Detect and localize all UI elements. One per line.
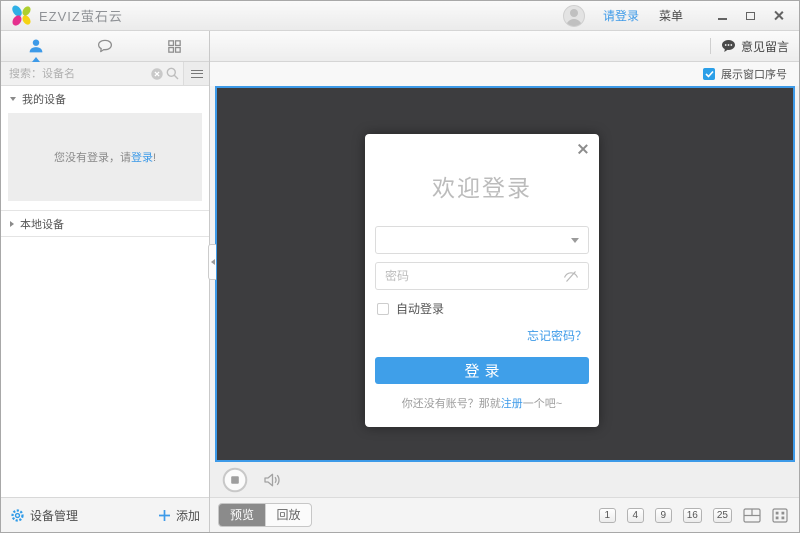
ezviz-logo-icon xyxy=(10,3,33,28)
tab-messages[interactable] xyxy=(70,31,139,61)
gear-icon xyxy=(11,508,24,522)
my-devices-label: 我的设备 xyxy=(22,94,66,106)
show-window-number-label: 展示窗口序号 xyxy=(721,69,787,81)
title-bar: EZVIZ萤石云 请登录 菜单 xyxy=(1,1,799,31)
notice-login-link[interactable]: 登录 xyxy=(131,152,153,164)
video-region: 欢迎登录 自动登录 忘记密码？ xyxy=(208,86,799,462)
sidebar-collapse-handle[interactable] xyxy=(208,244,216,280)
auto-login-row: 自动登录 xyxy=(377,300,589,317)
dialog-close-icon[interactable] xyxy=(577,143,589,155)
window-number-row: 展示窗口序号 xyxy=(210,62,799,86)
tab-gallery[interactable] xyxy=(140,31,209,61)
grid-icon xyxy=(168,39,181,53)
layout-4-button[interactable]: 4 xyxy=(626,507,644,523)
maximize-button[interactable] xyxy=(739,6,761,26)
layout-25-button[interactable]: 25 xyxy=(712,507,732,523)
layout-1-button[interactable]: 1 xyxy=(598,507,616,523)
ezviz-client-window: EZVIZ萤石云 请登录 菜单 搜索：设备名 我的设备 您没有登录，请登录! 本… xyxy=(0,0,800,533)
layout-9-button[interactable]: 9 xyxy=(654,507,672,523)
sidebar-tabs xyxy=(1,31,209,62)
forgot-password-row: 忘记密码？ xyxy=(375,327,587,345)
local-devices-group[interactable]: 本地设备 xyxy=(1,210,209,237)
menu-button[interactable]: 菜单 xyxy=(659,7,683,24)
speaker-icon xyxy=(264,473,280,486)
register-line: 你还没有账号？那就注册一个吧~ xyxy=(401,398,563,410)
feedback-button[interactable]: 意见留言 xyxy=(721,38,789,55)
plus-icon xyxy=(158,509,170,521)
username-select[interactable] xyxy=(375,226,589,254)
titlebar-login-link[interactable]: 请登录 xyxy=(603,7,639,24)
avatar-person-icon xyxy=(569,8,578,17)
show-window-number-checkbox[interactable] xyxy=(703,68,715,80)
layout-buttons: 1 4 9 16 25 xyxy=(598,507,788,523)
sidebar-bottom-bar: 设备管理 添加 xyxy=(1,497,209,532)
auto-login-checkbox[interactable] xyxy=(377,302,389,315)
device-search-bar xyxy=(1,62,209,86)
stop-icon xyxy=(222,467,248,492)
notice-text: 您没有登录，请 xyxy=(53,152,131,164)
forgot-password-link[interactable]: 忘记密码？ xyxy=(527,329,587,343)
tab-playback[interactable]: 回放 xyxy=(265,504,311,526)
add-device-button[interactable]: 添加 xyxy=(158,507,200,524)
view-mode-tabs: 预览 回放 xyxy=(218,503,312,527)
list-options-button[interactable] xyxy=(183,62,209,85)
layout-16-button[interactable]: 16 xyxy=(682,507,702,523)
password-input[interactable] xyxy=(385,269,563,283)
app-title: EZVIZ萤石云 xyxy=(39,9,123,24)
device-tree: 我的设备 您没有登录，请登录! 本地设备 xyxy=(1,86,209,497)
window-body: 我的设备 您没有登录，请登录! 本地设备 设备管理 xyxy=(1,31,799,532)
chevron-down-icon xyxy=(571,237,579,243)
bottom-bar: 预览 回放 1 4 9 16 25 xyxy=(210,497,799,532)
volume-button[interactable] xyxy=(263,472,281,488)
dialog-title: 欢迎登录 xyxy=(432,175,532,201)
fullscreen-button[interactable] xyxy=(772,507,788,523)
local-devices-label: 本地设备 xyxy=(20,218,64,231)
device-management-button[interactable]: 设备管理 xyxy=(10,507,78,524)
avatar[interactable] xyxy=(562,4,585,27)
clear-icon[interactable] xyxy=(151,67,163,80)
fullscreen-icon xyxy=(772,507,788,523)
hamburger-icon xyxy=(190,69,203,71)
close-button[interactable] xyxy=(767,6,789,26)
search-input[interactable] xyxy=(1,67,151,80)
auto-login-label: 自动登录 xyxy=(396,302,445,316)
eye-off-icon[interactable] xyxy=(563,270,579,283)
close-icon xyxy=(773,10,784,21)
split-screen-icon xyxy=(743,507,761,523)
video-window-1[interactable]: 欢迎登录 自动登录 忘记密码？ xyxy=(215,86,795,462)
password-field-wrap xyxy=(375,262,589,290)
chevron-right-icon xyxy=(10,220,14,227)
person-icon xyxy=(29,39,43,53)
my-devices-group[interactable]: 我的设备 xyxy=(1,86,209,112)
feedback-bubble-icon xyxy=(721,40,735,52)
not-logged-in-notice: 您没有登录，请登录! xyxy=(8,113,202,201)
register-link[interactable]: 注册 xyxy=(501,398,523,410)
login-button[interactable]: 登录 xyxy=(375,357,589,384)
minimize-icon xyxy=(717,17,727,20)
playback-control-bar xyxy=(210,462,799,497)
check-icon xyxy=(704,70,714,78)
chevron-down-icon xyxy=(10,97,16,101)
tab-preview[interactable]: 预览 xyxy=(219,504,265,526)
collapse-arrow-icon xyxy=(210,259,215,265)
main-content: 意见留言 展示窗口序号 欢迎登录 密码 自动登录 忘记密码？ 登录 你还没有账号… xyxy=(208,31,799,532)
chat-bubble-icon xyxy=(97,39,112,53)
minimize-button[interactable] xyxy=(711,6,733,26)
toolbar-divider xyxy=(709,38,711,54)
search-icon[interactable] xyxy=(166,67,179,80)
content-toolbar: 意见留言 xyxy=(210,31,799,62)
tab-devices[interactable] xyxy=(1,31,70,62)
stop-button[interactable] xyxy=(222,467,248,493)
sidebar: 我的设备 您没有登录，请登录! 本地设备 设备管理 xyxy=(1,31,210,532)
maximize-icon xyxy=(745,11,755,20)
titlebar-right: 请登录 菜单 xyxy=(562,4,789,27)
login-dialog: 欢迎登录 自动登录 忘记密码？ xyxy=(365,134,599,427)
custom-split-button[interactable] xyxy=(743,507,761,523)
